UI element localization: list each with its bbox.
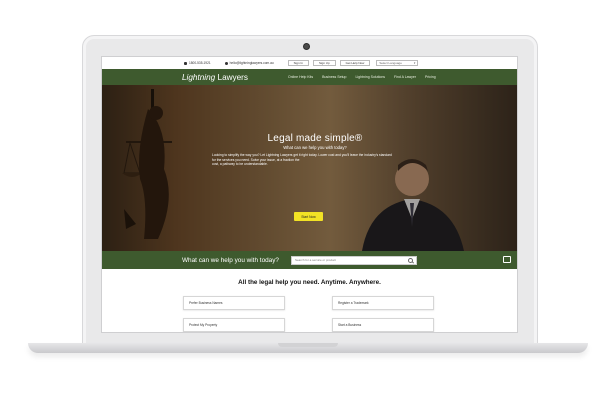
logo[interactable]: Lightning Lawyers (182, 73, 248, 82)
sign-in-button[interactable]: Sign In (287, 60, 309, 66)
mail-icon (224, 61, 228, 65)
search-icon[interactable] (407, 257, 413, 263)
chat-icon[interactable] (503, 256, 511, 263)
service-card[interactable]: Start a Business (332, 318, 434, 332)
sign-up-button[interactable]: Sign Up (312, 60, 336, 66)
phone-number: 1800-535-1921 (189, 61, 211, 65)
language-select[interactable]: Select Language ▾ (376, 60, 419, 66)
logo-italic: Lightning (182, 72, 216, 82)
search-section: What can we help you with today? Search … (102, 251, 517, 269)
chevron-down-icon: ▾ (413, 61, 416, 65)
services-section: All the legal help you need. Anytime. An… (102, 269, 517, 332)
section-title: All the legal help you need. Anytime. An… (238, 279, 381, 286)
logo-rest: Lawyers (215, 72, 249, 82)
hero-subtitle: What can we help you with today? (283, 145, 347, 150)
language-label: Select Language (379, 61, 402, 65)
hero-banner: Legal made simple® What can we help you … (102, 85, 517, 251)
nav-menu: Online Help Kits Business Setup Lightnin… (288, 75, 436, 79)
hero-body-line: Looking to simplify the way you? Let Lig… (212, 153, 392, 157)
phone-icon (184, 61, 187, 65)
nav-item-solutions[interactable]: Lightning Solutions (355, 75, 385, 79)
main-nav: Lightning Lawyers Online Help Kits Busin… (102, 69, 517, 85)
email-contact[interactable]: hello@lightninglawyers.com.au (224, 61, 274, 65)
hero-body: Looking to simplify the way you? Let Lig… (210, 153, 420, 167)
search-input[interactable]: Search for a service or product (290, 255, 417, 265)
nav-item-help-kits[interactable]: Online Help Kits (288, 75, 313, 79)
search-label: What can we help you with today? (182, 256, 279, 264)
website-screen: 1800-535-1921 hello@lightninglawyers.com… (101, 56, 518, 333)
laptop-notch (278, 343, 338, 347)
hero-overlay (102, 85, 517, 251)
top-bar: 1800-535-1921 hello@lightninglawyers.com… (102, 57, 517, 69)
hero-title: Legal made simple® (267, 133, 363, 144)
laptop-mockup: 1800-535-1921 hello@lightninglawyers.com… (0, 0, 616, 400)
service-cards: Prefer Business Names Register a Tradema… (183, 296, 517, 332)
hero-text: Legal made simple® What can we help you … (210, 133, 420, 167)
email-address: hello@lightninglawyers.com.au (229, 61, 274, 65)
search-placeholder: Search for a service or product (294, 258, 337, 262)
hero-body-line: cost, a pathway to be understandable. (212, 162, 268, 167)
phone-contact[interactable]: 1800-535-1921 (184, 61, 211, 65)
nav-item-pricing[interactable]: Pricing (425, 75, 436, 79)
service-card[interactable]: Protect My Property (183, 318, 285, 332)
nav-item-find-lawyer[interactable]: Find A Lawyer (394, 75, 416, 79)
get-help-button[interactable]: Get Help Now (339, 60, 371, 66)
service-card[interactable]: Register a Trademark (332, 296, 434, 310)
start-now-button[interactable]: Start Now (294, 212, 323, 221)
service-card[interactable]: Prefer Business Names (183, 296, 285, 310)
nav-item-business-setup[interactable]: Business Setup (322, 75, 346, 79)
camera-icon (303, 43, 310, 50)
